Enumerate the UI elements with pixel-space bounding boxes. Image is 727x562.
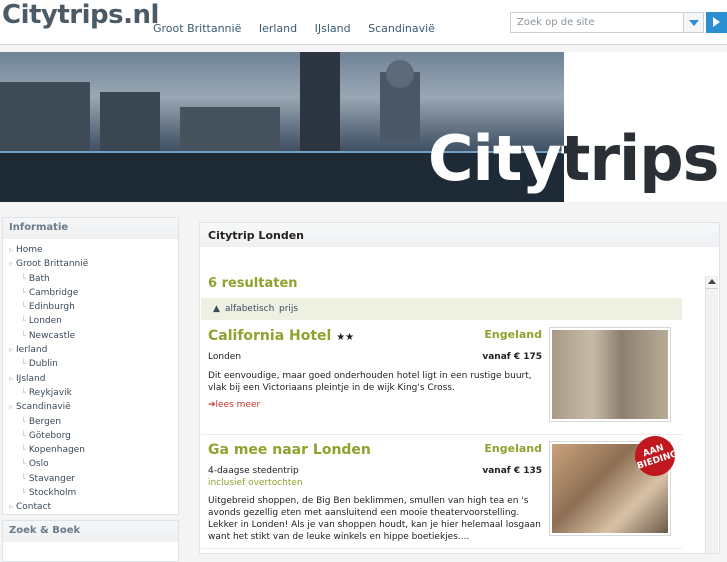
sidebar-item-bergen[interactable]: Bergen: [9, 415, 178, 429]
nav-item-ierland[interactable]: Ierland: [259, 22, 297, 35]
card-country: Engeland: [484, 328, 542, 341]
header-divider: [0, 44, 727, 45]
sidebar-item-stockholm[interactable]: Stockholm: [9, 486, 178, 500]
card-description: Uitgebreid shoppen, de Big Ben beklimmen…: [208, 496, 541, 542]
card-city: 4-daagse stedentrip: [208, 466, 299, 476]
sidebar-item-reykjavik[interactable]: Reykjavik: [9, 386, 178, 400]
read-more-link[interactable]: lees meer: [208, 400, 261, 410]
sidebar-zoek-boek: Zoek & Boek: [2, 520, 179, 562]
sidebar-item-newcastle[interactable]: Newcastle: [9, 329, 178, 343]
sidebar-info: Informatie Home Groot Brittannië Bath Ca…: [2, 217, 179, 515]
sidebar-item-ierland[interactable]: Ierland: [9, 343, 178, 357]
nav-item-scandinavie[interactable]: Scandinavië: [368, 22, 435, 35]
sidebar-item-oslo[interactable]: Oslo: [9, 457, 178, 471]
banner-title-dark: Citytrips: [564, 128, 727, 202]
sort-up-icon: ▲: [213, 304, 220, 314]
sort-prijs[interactable]: prijs: [279, 304, 298, 314]
sidebar-item-bath[interactable]: Bath: [9, 272, 178, 286]
search-dropdown-button[interactable]: [683, 12, 704, 33]
card-title[interactable]: Ga mee naar Londen: [208, 442, 371, 458]
card-price: vanaf € 135: [482, 466, 542, 476]
result-card[interactable]: Ga mee naar Londen Engeland 4-daagse ste…: [201, 430, 682, 549]
site-logo[interactable]: Citytrips.nl: [2, 0, 159, 30]
sidebar-item-scandinavie[interactable]: Scandinavië: [9, 400, 178, 414]
sidebar-item-contact[interactable]: Contact: [9, 500, 178, 514]
sort-alfabetisch[interactable]: alfabetisch: [225, 304, 274, 314]
scroll-up-arrow-icon[interactable]: [706, 276, 718, 289]
sidebar-item-home[interactable]: Home: [9, 243, 178, 257]
sidebar-item-cambridge[interactable]: Cambridge: [9, 286, 178, 300]
sidebar-item-kopenhagen[interactable]: Kopenhagen: [9, 443, 178, 457]
nav-item-groot-brittannie[interactable]: Groot Brittannië: [153, 22, 241, 35]
sidebar-item-goteborg[interactable]: Göteborg: [9, 429, 178, 443]
main-nav: Groot Brittannië Ierland IJsland Scandin…: [153, 22, 449, 35]
card-title[interactable]: California Hotel ★★: [208, 328, 354, 344]
card-country: Engeland: [484, 442, 542, 455]
sidebar-item-stavanger[interactable]: Stavanger: [9, 472, 178, 486]
search-go-button[interactable]: [706, 12, 727, 33]
main-content: Citytrip Londen 6 resultaten ▲ alfabetis…: [199, 222, 720, 554]
sidebar-item-edinburgh[interactable]: Edinburgh: [9, 300, 178, 314]
hotel-image[interactable]: [549, 327, 671, 422]
star-rating: ★★: [336, 332, 355, 343]
sidebar-item-groot-brittannie[interactable]: Groot Brittannië: [9, 257, 178, 271]
top-bar: Citytrips.nl Groot Brittannië Ierland IJ…: [0, 0, 727, 44]
hero-banner: Citytrips Citytrips: [0, 52, 727, 202]
result-card[interactable]: California Hotel ★★ Engeland Londen vana…: [201, 322, 682, 435]
results-scrollbar[interactable]: [705, 276, 718, 553]
card-subtitle: inclusief overtochten: [208, 478, 303, 488]
card-city: Londen: [208, 352, 242, 362]
sidebar-title: Informatie: [3, 218, 178, 239]
sidebar-item-dublin[interactable]: Dublin: [9, 357, 178, 371]
results-count: 6 resultaten: [208, 276, 298, 291]
sidebar-title-zoek-boek: Zoek & Boek: [3, 521, 178, 542]
sidebar-item-ijsland[interactable]: IJsland: [9, 372, 178, 386]
sidebar-list: Home Groot Brittannië Bath Cambridge Edi…: [3, 239, 178, 515]
sort-bar: ▲ alfabetisch prijs: [201, 298, 682, 320]
search-input[interactable]: Zoek op de site: [510, 12, 704, 33]
card-description: Dit eenvoudige, maar goed onderhouden ho…: [208, 371, 532, 393]
banner-title-dark-text: Citytrips: [564, 128, 720, 195]
card-price: vanaf € 175: [482, 352, 542, 362]
page-title: Citytrip Londen: [200, 223, 719, 247]
nav-item-ijsland[interactable]: IJsland: [315, 22, 351, 35]
hotel-photo: [552, 330, 668, 419]
sidebar-item-londen[interactable]: Londen: [9, 314, 178, 328]
